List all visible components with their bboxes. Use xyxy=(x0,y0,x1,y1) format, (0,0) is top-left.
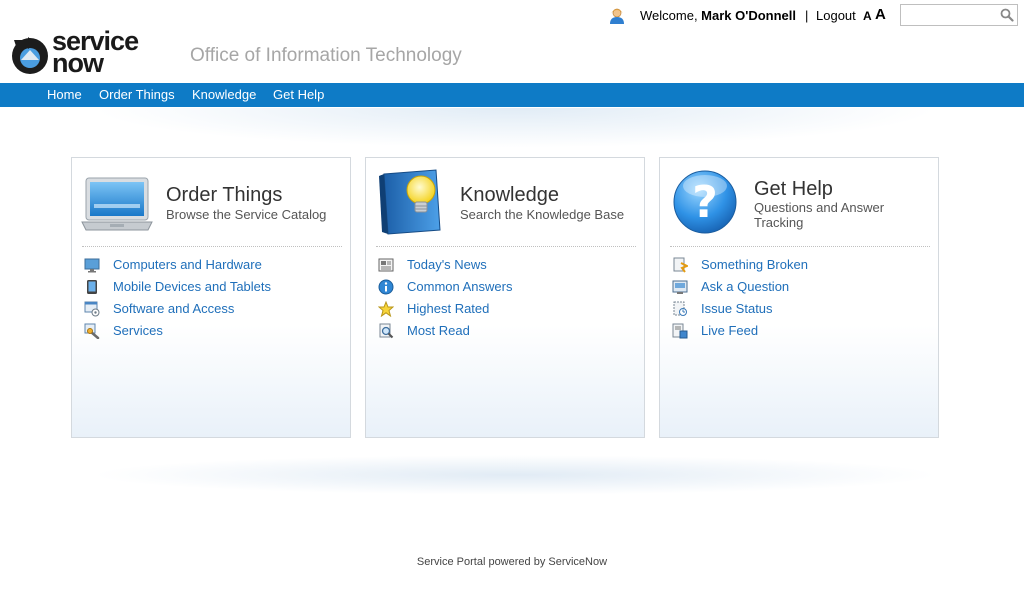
svg-text:?: ? xyxy=(692,177,718,228)
panel-title[interactable]: Order Things xyxy=(166,184,282,207)
main-nav: Home Order Things Knowledge Get Help xyxy=(0,83,1024,107)
monitor-icon xyxy=(84,258,100,273)
user-icon xyxy=(610,8,624,24)
servicenow-logo[interactable]: service now xyxy=(10,28,175,78)
link-highest-rated[interactable]: Highest Rated xyxy=(407,301,489,316)
panel-get-help: ? Get Help Questions and Answer Tracking… xyxy=(659,157,939,438)
search-box xyxy=(900,4,1018,26)
user-name: Mark O'Donnell xyxy=(701,8,796,23)
nav-order-things[interactable]: Order Things xyxy=(99,87,175,102)
book-lightbulb-icon[interactable] xyxy=(374,168,448,236)
broken-doc-icon xyxy=(673,257,688,273)
link-common-answers[interactable]: Common Answers xyxy=(407,279,512,294)
laptop-icon[interactable] xyxy=(80,168,154,236)
link-live-feed[interactable]: Live Feed xyxy=(701,323,758,338)
panel-subtitle: Search the Knowledge Base xyxy=(460,207,625,222)
link-ask-question[interactable]: Ask a Question xyxy=(701,279,789,294)
footer-text: Service Portal powered by ServiceNow xyxy=(416,556,608,568)
search-icon[interactable] xyxy=(1000,8,1014,22)
link-computers-hardware[interactable]: Computers and Hardware xyxy=(113,257,262,272)
logo-mark-icon xyxy=(12,37,48,74)
search-input[interactable] xyxy=(901,5,1005,25)
panel-knowledge: Knowledge Search the Knowledge Base Toda… xyxy=(365,157,645,438)
font-size-large-button[interactable]: A xyxy=(875,6,886,23)
link-services[interactable]: Services xyxy=(113,323,163,338)
link-issue-status[interactable]: Issue Status xyxy=(701,301,773,316)
logout-link[interactable]: Logout xyxy=(816,8,856,23)
link-software-access[interactable]: Software and Access xyxy=(113,301,234,316)
logo-text: service now xyxy=(52,28,139,77)
link-todays-news[interactable]: Today's News xyxy=(407,257,487,272)
panel-subtitle: Questions and Answer Tracking xyxy=(754,200,885,230)
link-mobile-devices[interactable]: Mobile Devices and Tablets xyxy=(113,279,271,294)
newspaper-icon xyxy=(378,258,394,272)
ask-icon xyxy=(672,280,688,294)
office-title: Office of Information Technology xyxy=(190,45,462,66)
font-size-small-button[interactable]: A xyxy=(863,9,872,23)
decorative-glow-top xyxy=(90,108,940,148)
decorative-glow-bottom xyxy=(90,455,940,495)
software-icon xyxy=(84,301,100,317)
question-icon[interactable]: ? xyxy=(668,168,742,236)
link-most-read[interactable]: Most Read xyxy=(407,323,470,338)
nav-get-help[interactable]: Get Help xyxy=(273,87,324,102)
star-icon xyxy=(378,301,394,317)
tools-icon xyxy=(84,323,100,339)
status-icon xyxy=(673,301,687,316)
divider xyxy=(82,246,342,247)
welcome-text: Welcome, Mark O'Donnell xyxy=(640,8,796,23)
info-icon xyxy=(378,279,394,295)
top-bar: Welcome, Mark O'Donnell | Logout A A xyxy=(0,0,1024,32)
nav-knowledge[interactable]: Knowledge xyxy=(192,87,256,102)
divider xyxy=(670,246,930,247)
panel-subtitle: Browse the Service Catalog xyxy=(166,207,327,222)
divider xyxy=(376,246,636,247)
panel-title[interactable]: Get Help xyxy=(754,178,833,201)
separator: | xyxy=(805,8,809,23)
tablet-icon xyxy=(87,280,97,294)
magnifier-doc-icon xyxy=(379,323,394,339)
nav-home[interactable]: Home xyxy=(47,87,82,102)
panel-title[interactable]: Knowledge xyxy=(460,184,559,207)
feed-icon xyxy=(672,323,688,339)
link-something-broken[interactable]: Something Broken xyxy=(701,257,808,272)
panel-order-things: Order Things Browse the Service Catalog … xyxy=(71,157,351,438)
